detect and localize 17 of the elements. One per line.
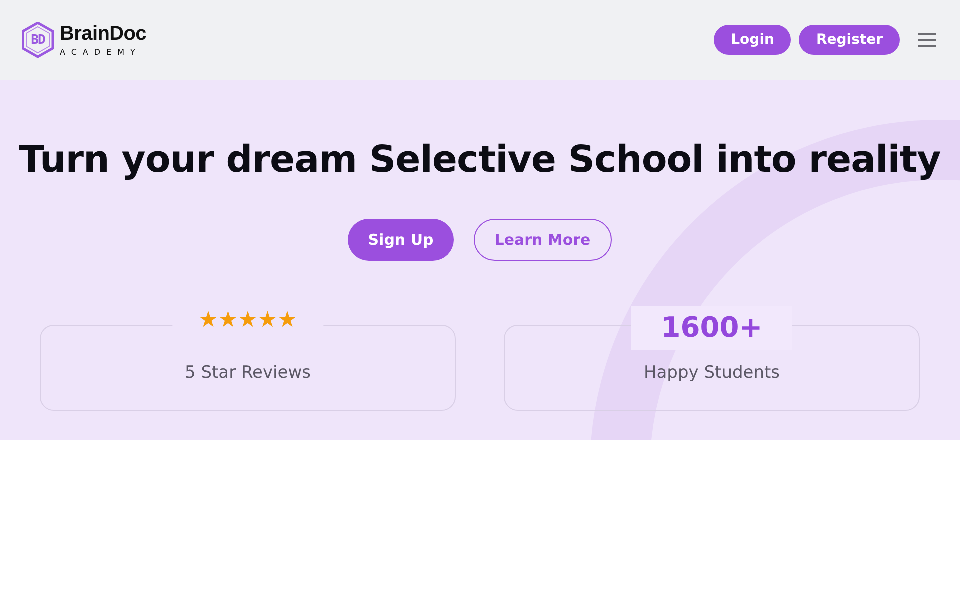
star-icon: ★: [238, 310, 258, 332]
logo-icon: BD: [22, 22, 54, 58]
header-button[interactable]: Register: [799, 25, 900, 55]
stat-label: 5 Star Reviews: [185, 363, 311, 383]
signup-button[interactable]: Sign Up: [348, 219, 454, 261]
logo-subtitle: ACADEMY: [60, 49, 142, 57]
star-icon: ★: [218, 310, 238, 332]
star-icon: ★: [258, 310, 278, 332]
header-button[interactable]: Login: [714, 25, 792, 55]
hero-title: Turn your dream Selective School into reality: [19, 138, 941, 181]
logo-name: BrainDoc: [60, 23, 147, 46]
star-icon: ★: [278, 310, 298, 332]
learn-more-button[interactable]: Learn More: [474, 219, 612, 261]
stat-number: 1600+: [631, 306, 793, 350]
stat-label: Happy Students: [644, 363, 780, 383]
star-icon: ★: [198, 310, 218, 332]
menu-icon[interactable]: [918, 32, 936, 48]
